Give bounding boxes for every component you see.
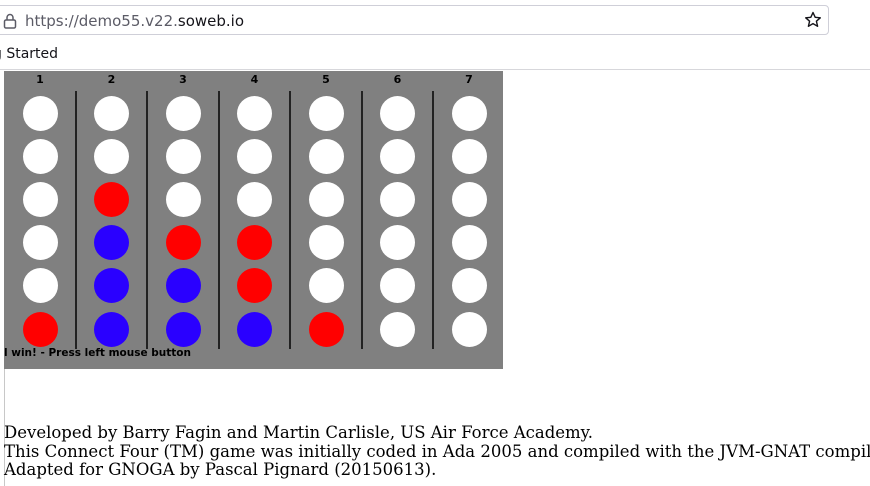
column-number-2: 2: [107, 73, 116, 86]
column-divider: [74, 91, 77, 349]
url-host: soweb.io: [177, 12, 245, 30]
empty-slot[interactable]: [22, 225, 58, 261]
red-disc[interactable]: [22, 311, 58, 347]
red-disc[interactable]: [94, 181, 129, 217]
column-number-4: 4: [250, 73, 259, 86]
empty-slot[interactable]: [308, 225, 344, 261]
lock-icon: [3, 13, 17, 29]
empty-slot[interactable]: [165, 95, 201, 131]
empty-slot[interactable]: [451, 268, 487, 304]
empty-slot[interactable]: [308, 181, 344, 217]
empty-slot[interactable]: [165, 181, 201, 217]
red-disc[interactable]: [308, 311, 344, 347]
empty-slot[interactable]: [308, 268, 344, 304]
column-divider: [289, 91, 292, 349]
empty-slot[interactable]: [380, 138, 415, 174]
bookmarks-toolbar: g Started: [0, 40, 870, 70]
empty-slot[interactable]: [380, 95, 415, 131]
empty-slot[interactable]: [308, 138, 344, 174]
empty-slot[interactable]: [237, 181, 272, 217]
empty-slot[interactable]: [22, 268, 58, 304]
address-bar[interactable]: https://demo55.v22.soweb.io: [0, 5, 829, 35]
column-number-3: 3: [179, 73, 187, 86]
game-status-text: l win! - Press left mouse button: [4, 347, 191, 359]
empty-slot[interactable]: [380, 268, 415, 304]
empty-slot[interactable]: [237, 138, 272, 174]
column-divider: [360, 91, 363, 349]
bookmark-getting-started[interactable]: g Started: [0, 46, 58, 62]
red-disc[interactable]: [237, 268, 272, 304]
empty-slot[interactable]: [451, 225, 487, 261]
connect-four-board[interactable]: l win! - Press left mouse button 1 2 3 4 5 6 7: [4, 71, 503, 369]
page-content: l win! - Press left mouse button 1 2 3 4 5 6 7…: [0, 71, 870, 486]
url-text[interactable]: https://demo55.v22.soweb.io: [25, 12, 244, 30]
empty-slot[interactable]: [451, 181, 487, 217]
empty-slot[interactable]: [451, 138, 487, 174]
column-number-6: 6: [393, 73, 402, 86]
column-number-5: 5: [322, 73, 330, 86]
blue-disc[interactable]: [94, 311, 129, 347]
column-divider: [217, 91, 220, 349]
credits-line-3: Adapted for GNOGA by Pascal Pignard (201…: [4, 460, 437, 479]
column-number-1: 1: [36, 73, 44, 86]
empty-slot[interactable]: [380, 181, 415, 217]
blue-disc[interactable]: [94, 225, 129, 261]
column-number-7: 7: [465, 73, 473, 86]
empty-slot[interactable]: [22, 95, 58, 131]
bookmark-star-icon[interactable]: [804, 11, 822, 29]
red-disc[interactable]: [165, 225, 201, 261]
credits-line-1: Developed by Barry Fagin and Martin Carl…: [4, 423, 594, 442]
empty-slot[interactable]: [380, 311, 415, 347]
empty-slot[interactable]: [451, 95, 487, 131]
red-disc[interactable]: [237, 225, 272, 261]
blue-disc[interactable]: [94, 268, 129, 304]
empty-slot[interactable]: [94, 138, 129, 174]
empty-slot[interactable]: [22, 181, 58, 217]
blue-disc[interactable]: [165, 311, 201, 347]
url-prefix: https://demo55.v22.: [25, 12, 178, 30]
credits-line-2: This Connect Four (TM) game was initiall…: [4, 441, 870, 461]
blue-disc[interactable]: [165, 268, 201, 304]
column-divider: [432, 91, 435, 349]
empty-slot[interactable]: [308, 95, 344, 131]
empty-slot[interactable]: [237, 95, 272, 131]
empty-slot[interactable]: [451, 311, 487, 347]
empty-slot[interactable]: [94, 95, 129, 131]
column-divider: [146, 91, 149, 349]
empty-slot[interactable]: [22, 138, 58, 174]
blue-disc[interactable]: [237, 311, 272, 347]
empty-slot[interactable]: [380, 225, 415, 261]
empty-slot[interactable]: [165, 138, 201, 174]
credits: Developed by Barry Fagin and Martin Carl…: [4, 423, 870, 480]
